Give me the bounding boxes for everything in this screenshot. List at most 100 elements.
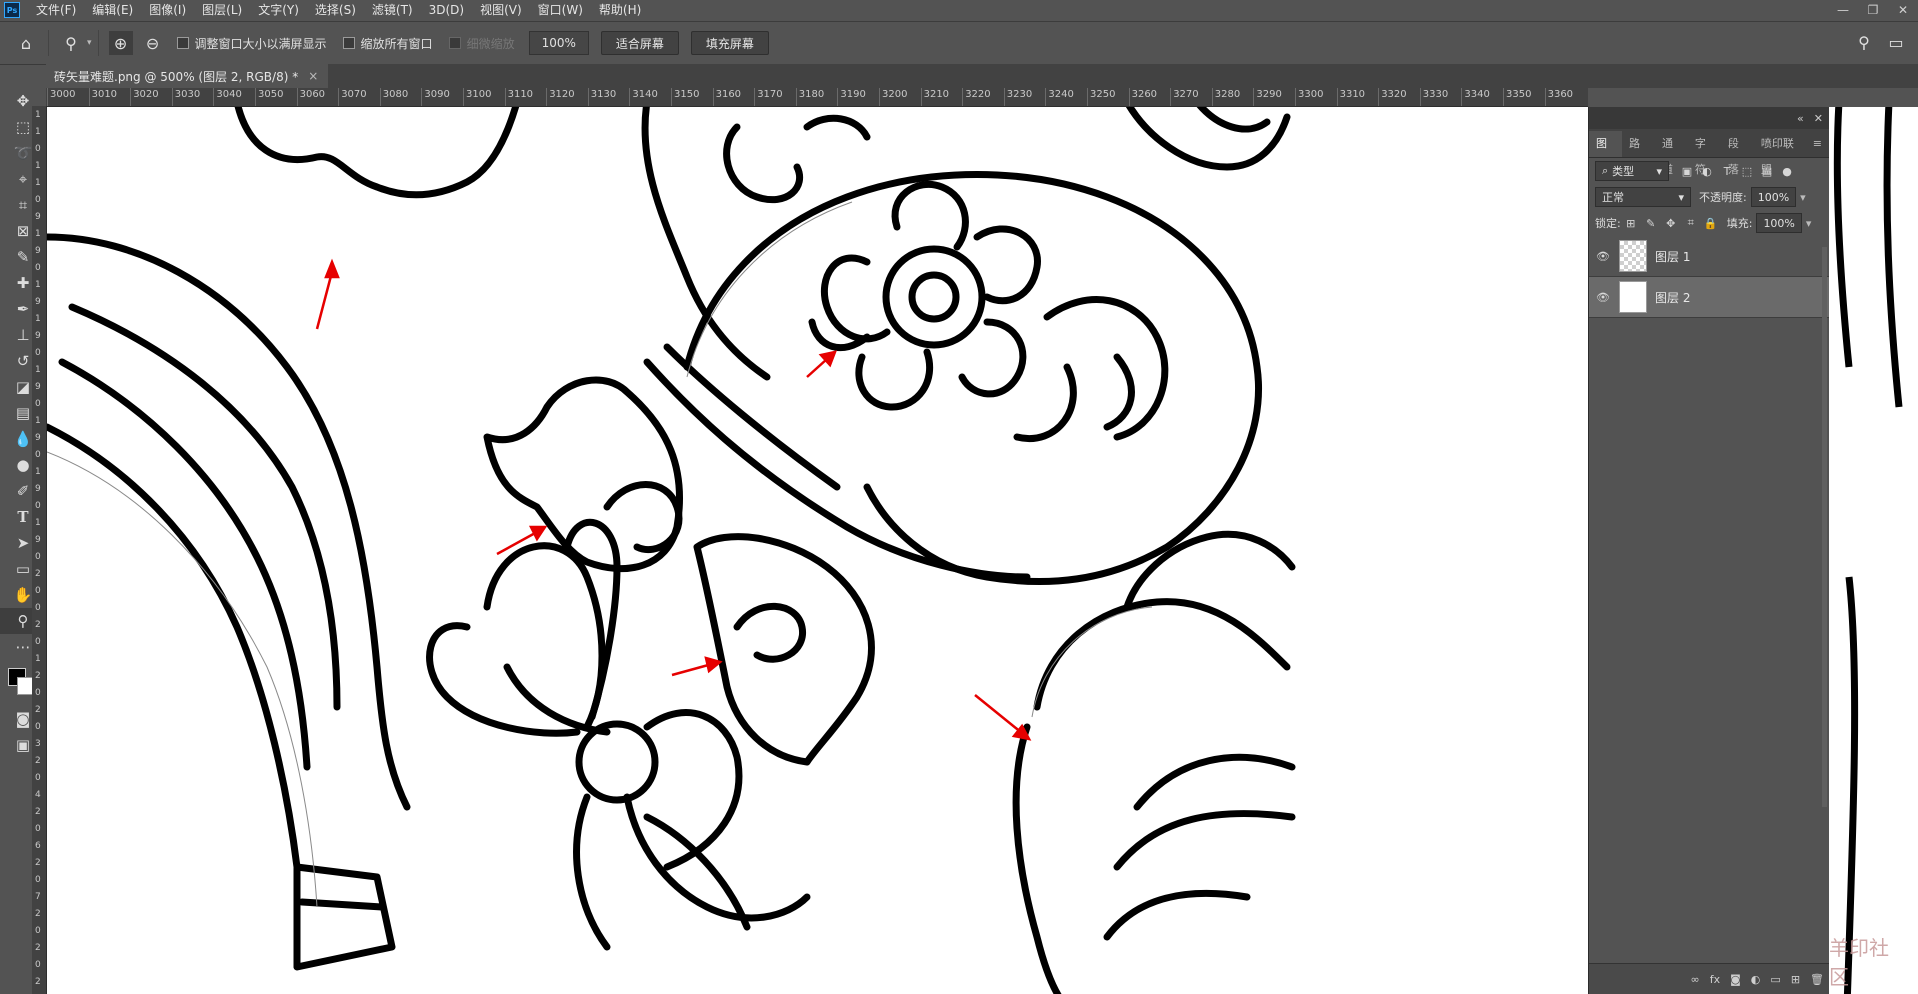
blend-opacity-row: 正常 ▾ 不透明度: 100% ▾ bbox=[1589, 184, 1829, 210]
filter-type-icon[interactable]: T bbox=[1719, 163, 1735, 179]
menu-image[interactable]: 图像(I) bbox=[141, 0, 194, 20]
lock-position-icon[interactable]: ✥ bbox=[1663, 215, 1679, 231]
home-icon[interactable]: ⌂ bbox=[14, 31, 38, 55]
ruler-tick bbox=[504, 88, 506, 106]
ruler-tick bbox=[1419, 88, 1421, 106]
menu-type[interactable]: 文字(Y) bbox=[250, 0, 307, 20]
ruler-label: 3170 bbox=[757, 89, 783, 100]
filter-adjustment-icon[interactable]: ◐ bbox=[1699, 163, 1715, 179]
chevron-down-icon[interactable]: ▾ bbox=[87, 38, 92, 48]
layers-panel-footer: ∞ fx ◙ ◐ ▭ ⊞ 🗑 bbox=[1589, 963, 1843, 994]
document-title: 砖矢量难题.png @ 500% (图层 2, RGB/8) * bbox=[54, 69, 299, 84]
layer-style-icon[interactable]: fx bbox=[1710, 973, 1720, 986]
checkbox-box[interactable] bbox=[176, 37, 189, 49]
menu-edit[interactable]: 编辑(E) bbox=[84, 0, 141, 20]
layer-name[interactable]: 图层 2 bbox=[1655, 289, 1690, 306]
chevron-down-icon[interactable]: ▾ bbox=[1806, 217, 1812, 230]
document-canvas[interactable] bbox=[47, 107, 1588, 994]
filter-toggle-icon[interactable]: ● bbox=[1779, 163, 1795, 179]
photoshop-logo-icon: Ps bbox=[4, 2, 20, 18]
ruler-label: 3070 bbox=[341, 89, 367, 100]
tab-paragraph[interactable]: 段落 bbox=[1721, 131, 1754, 176]
opacity-label: 不透明度: bbox=[1699, 191, 1747, 204]
menu-select[interactable]: 选择(S) bbox=[307, 0, 364, 20]
close-window-button[interactable]: ✕ bbox=[1888, 0, 1918, 20]
zoom-value-field[interactable]: 100% bbox=[528, 31, 589, 55]
collapse-panel-icon[interactable]: « bbox=[1797, 112, 1804, 125]
zoom-out-icon[interactable]: ⊖ bbox=[141, 31, 165, 55]
ruler-tick bbox=[587, 88, 589, 106]
lock-all-icon[interactable]: 🔒 bbox=[1703, 215, 1719, 231]
new-group-icon[interactable]: ▭ bbox=[1770, 973, 1780, 986]
tab-plugin[interactable]: 喷印联盟 bbox=[1754, 131, 1806, 176]
chevron-down-icon[interactable]: ▾ bbox=[1800, 191, 1806, 204]
resize-windows-checkbox[interactable]: 调整窗口大小以满屏显示 bbox=[176, 35, 327, 52]
layer-filter-row: ⌕ 类型 ▾ ▣ ◐ T ⬚ ▤ ● bbox=[1589, 158, 1829, 184]
menu-layer[interactable]: 图层(L) bbox=[194, 0, 250, 20]
layer-row[interactable]: 👁 图层 2 bbox=[1589, 277, 1829, 318]
lock-artboard-icon[interactable]: ⌗ bbox=[1683, 215, 1699, 231]
panel-tabs: 图层 路径 通道 字符 段落 喷印联盟 ≡ bbox=[1589, 129, 1829, 176]
filter-pixel-icon[interactable]: ▣ bbox=[1679, 163, 1695, 179]
search-icon: ⌕ bbox=[1602, 164, 1609, 177]
link-layers-icon[interactable]: ∞ bbox=[1691, 973, 1700, 986]
chevron-down-icon: ▾ bbox=[1678, 190, 1684, 204]
vertical-ruler bbox=[32, 106, 47, 994]
ruler-label: 3090 bbox=[424, 89, 450, 100]
layer-name[interactable]: 图层 1 bbox=[1655, 248, 1690, 265]
layer-filter-select[interactable]: ⌕ 类型 ▾ bbox=[1595, 161, 1669, 181]
close-panel-icon[interactable]: ✕ bbox=[1814, 112, 1823, 125]
ruler-tick bbox=[463, 88, 464, 106]
ruler-label: 3010 bbox=[91, 89, 118, 100]
delete-layer-icon[interactable]: 🗑 bbox=[1810, 973, 1824, 986]
opacity-value: 100% bbox=[1757, 190, 1790, 204]
checkbox-box[interactable] bbox=[342, 37, 355, 49]
zoom-all-windows-label: 缩放所有窗口 bbox=[360, 36, 433, 51]
visibility-eye-icon[interactable]: 👁 bbox=[1589, 291, 1617, 304]
fit-screen-button[interactable]: 适合屏幕 bbox=[600, 31, 679, 55]
add-mask-icon[interactable]: ◙ bbox=[1730, 973, 1741, 986]
search-icon[interactable]: ⚲ bbox=[1852, 30, 1876, 54]
menu-file[interactable]: 文件(F) bbox=[28, 0, 84, 20]
ruler-tick bbox=[379, 88, 381, 106]
minimize-button[interactable]: — bbox=[1828, 0, 1858, 20]
zoom-in-icon[interactable]: ⊕ bbox=[108, 31, 133, 55]
zoom-tool-preset-icon[interactable]: ⚲ bbox=[59, 31, 83, 55]
fill-screen-button[interactable]: 填充屏幕 bbox=[690, 31, 769, 55]
menu-3d[interactable]: 3D(D) bbox=[421, 0, 472, 20]
ruler-label: 3280 bbox=[1214, 89, 1241, 100]
ruler-label: 3320 bbox=[1381, 89, 1407, 100]
zoom-all-windows-checkbox[interactable]: 缩放所有窗口 bbox=[342, 35, 433, 52]
ruler-tick bbox=[1253, 88, 1255, 106]
ruler-label: 3060 bbox=[299, 89, 326, 100]
visibility-eye-icon[interactable]: 👁 bbox=[1589, 250, 1617, 263]
lock-transparency-icon[interactable]: ⊞ bbox=[1623, 215, 1639, 231]
menu-help[interactable]: 帮助(H) bbox=[591, 0, 649, 20]
divider bbox=[97, 30, 99, 56]
menu-window[interactable]: 窗口(W) bbox=[530, 0, 591, 20]
layer-row[interactable]: 👁 图层 1 bbox=[1589, 236, 1829, 277]
restore-button[interactable]: ❐ bbox=[1858, 0, 1888, 20]
close-document-icon[interactable]: × bbox=[308, 69, 318, 83]
menu-view[interactable]: 视图(V) bbox=[472, 0, 530, 20]
document-tab[interactable]: 砖矢量难题.png @ 500% (图层 2, RGB/8) * × bbox=[46, 64, 329, 88]
tab-channels[interactable]: 通道 bbox=[1655, 131, 1688, 176]
blend-mode-select[interactable]: 正常 ▾ bbox=[1595, 187, 1691, 207]
lock-pixels-icon[interactable]: ✎ bbox=[1643, 215, 1659, 231]
workspace-icon[interactable]: ▭ bbox=[1884, 30, 1908, 54]
new-layer-icon[interactable]: ⊞ bbox=[1791, 973, 1800, 986]
panel-header: « ✕ bbox=[1589, 107, 1829, 129]
filter-shape-icon[interactable]: ⬚ bbox=[1739, 163, 1755, 179]
ruler-label: 3240 bbox=[1048, 89, 1074, 100]
panel-scrollbar[interactable] bbox=[1822, 247, 1827, 807]
tab-layers[interactable]: 图层 bbox=[1589, 131, 1622, 176]
filter-smart-object-icon[interactable]: ▤ bbox=[1759, 163, 1775, 179]
ruler-tick bbox=[1003, 88, 1005, 106]
tab-character[interactable]: 字符 bbox=[1688, 131, 1721, 176]
fill-field[interactable]: 100% bbox=[1756, 213, 1802, 233]
opacity-field[interactable]: 100% bbox=[1750, 187, 1797, 207]
panel-menu-icon[interactable]: ≡ bbox=[1806, 131, 1829, 157]
menu-filter[interactable]: 滤镜(T) bbox=[364, 0, 421, 20]
tab-paths[interactable]: 路径 bbox=[1622, 131, 1655, 176]
adjustment-layer-icon[interactable]: ◐ bbox=[1751, 973, 1761, 986]
